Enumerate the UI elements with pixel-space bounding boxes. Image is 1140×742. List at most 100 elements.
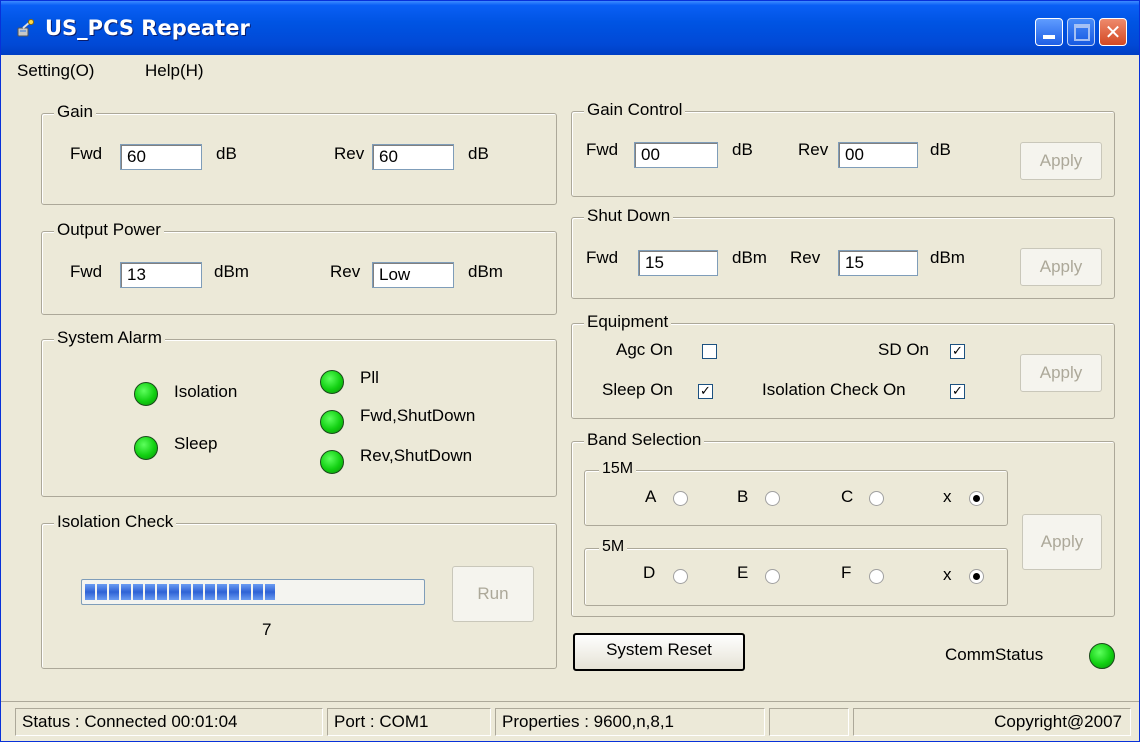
band-15m-legend: 15M	[599, 460, 637, 478]
isolation-check-on-checkbox[interactable]: ✓	[950, 384, 965, 399]
shut-down-rev-label: Rev	[790, 248, 821, 267]
rev-shutdown-alarm-label: Rev,ShutDown	[360, 446, 473, 465]
band-15m-x-radio[interactable]	[969, 491, 984, 506]
isolation-progress-bar	[81, 579, 425, 605]
status-bar: Status : Connected 00:01:04 Port : COM1 …	[1, 701, 1139, 741]
progress-chunk	[97, 584, 107, 600]
gain-rev-unit: dB	[468, 144, 489, 163]
status-empty-cell	[769, 708, 849, 736]
band-5m-legend: 5M	[599, 538, 628, 556]
gain-rev-field[interactable]: 60	[372, 144, 454, 170]
status-properties: Properties : 9600,n,8,1	[495, 708, 765, 736]
band-d-radio[interactable]	[673, 569, 688, 584]
band-selection-apply-button[interactable]: Apply	[1022, 514, 1102, 570]
band-a-label: A	[645, 487, 657, 506]
comm-status-led	[1089, 643, 1115, 669]
band-15m-group: 15M A B C x	[584, 460, 1008, 526]
system-alarm-group: System Alarm Isolation Sleep Pll Fwd,Shu…	[41, 328, 557, 497]
satellite-icon	[17, 19, 34, 37]
sleep-status-led	[134, 436, 158, 460]
progress-chunk	[241, 584, 251, 600]
isolation-progress-value: 7	[262, 620, 272, 639]
system-alarm-legend: System Alarm	[54, 328, 165, 348]
output-power-legend: Output Power	[54, 220, 164, 240]
maximize-button[interactable]	[1067, 18, 1095, 46]
isolation-check-on-label: Isolation Check On	[762, 380, 906, 399]
band-a-radio[interactable]	[673, 491, 688, 506]
status-connection: Status : Connected 00:01:04	[15, 708, 323, 736]
band-5m-x-radio[interactable]	[969, 569, 984, 584]
equipment-group: Equipment Agc On SD On ✓ Sleep On ✓ Isol…	[571, 312, 1115, 419]
gain-fwd-label: Fwd	[70, 144, 103, 163]
rev-shutdown-status-led	[320, 450, 344, 474]
gain-control-apply-button[interactable]: Apply	[1020, 142, 1102, 180]
band-b-radio[interactable]	[765, 491, 780, 506]
progress-chunk	[85, 584, 95, 600]
progress-chunk	[157, 584, 167, 600]
isolation-check-legend: Isolation Check	[54, 512, 177, 532]
band-15m-x-label: x	[943, 487, 952, 506]
band-e-radio[interactable]	[765, 569, 780, 584]
progress-chunk	[181, 584, 191, 600]
gain-fwd-unit: dB	[216, 144, 237, 163]
progress-chunk	[169, 584, 179, 600]
band-c-radio[interactable]	[869, 491, 884, 506]
output-rev-unit: dBm	[468, 262, 503, 281]
gain-control-rev-unit: dB	[930, 140, 951, 159]
sleep-on-checkbox[interactable]: ✓	[698, 384, 713, 399]
pll-status-led	[320, 370, 344, 394]
fwd-shutdown-alarm-label: Fwd,ShutDown	[360, 406, 476, 425]
output-fwd-label: Fwd	[70, 262, 103, 281]
pll-alarm-label: Pll	[360, 368, 379, 387]
progress-chunk	[133, 584, 143, 600]
output-fwd-unit: dBm	[214, 262, 249, 281]
progress-chunk	[145, 584, 155, 600]
band-f-radio[interactable]	[869, 569, 884, 584]
shut-down-fwd-label: Fwd	[586, 248, 619, 267]
minimize-button[interactable]	[1035, 18, 1063, 46]
comm-status-label: CommStatus	[945, 645, 1044, 664]
equipment-legend: Equipment	[584, 312, 672, 332]
gain-fwd-field[interactable]: 60	[120, 144, 202, 170]
sd-on-label: SD On	[878, 340, 930, 359]
progress-chunk	[121, 584, 131, 600]
shut-down-fwd-unit: dBm	[732, 248, 767, 267]
progress-chunk	[205, 584, 215, 600]
equipment-apply-button[interactable]: Apply	[1020, 354, 1102, 392]
system-reset-button[interactable]: System Reset	[573, 633, 745, 671]
output-rev-field[interactable]: Low	[372, 262, 454, 288]
band-5m-group: 5M D E F x	[584, 538, 1008, 606]
shut-down-rev-input[interactable]: 15	[838, 250, 918, 276]
close-button[interactable]: ✕	[1099, 18, 1127, 46]
shut-down-fwd-input[interactable]: 15	[638, 250, 718, 276]
gain-control-rev-input[interactable]: 00	[838, 142, 918, 168]
isolation-alarm-label: Isolation	[174, 382, 238, 401]
close-icon: ✕	[1104, 20, 1122, 44]
gain-group: Gain Fwd 60 dB Rev 60 dB	[41, 102, 557, 205]
maximize-icon	[1074, 24, 1090, 41]
band-5m-x-label: x	[943, 565, 952, 584]
menu-setting[interactable]: Setting(O)	[17, 61, 94, 81]
run-button[interactable]: Run	[452, 566, 534, 622]
gain-control-fwd-label: Fwd	[586, 140, 619, 159]
output-fwd-field[interactable]: 13	[120, 262, 202, 288]
progress-chunk	[265, 584, 275, 600]
title-bar[interactable]: US_PCS Repeater ✕	[1, 1, 1139, 55]
gain-control-fwd-input[interactable]: 00	[634, 142, 718, 168]
band-f-label: F	[841, 563, 852, 582]
progress-chunk	[217, 584, 227, 600]
gain-control-rev-label: Rev	[798, 140, 829, 159]
window-title: US_PCS Repeater	[45, 16, 250, 40]
menu-help[interactable]: Help(H)	[145, 61, 204, 81]
sd-on-checkbox[interactable]: ✓	[950, 344, 965, 359]
shut-down-apply-button[interactable]: Apply	[1020, 248, 1102, 286]
band-d-label: D	[643, 563, 656, 582]
band-c-label: C	[841, 487, 854, 506]
sleep-on-label: Sleep On	[602, 380, 673, 399]
band-b-label: B	[737, 487, 749, 506]
agc-on-checkbox[interactable]	[702, 344, 717, 359]
band-e-label: E	[737, 563, 749, 582]
status-copyright: Copyright@2007	[853, 708, 1131, 736]
gain-control-group: Gain Control Fwd 00 dB Rev 00 dB Apply	[571, 100, 1115, 197]
shut-down-group: Shut Down Fwd 15 dBm Rev 15 dBm Apply	[571, 206, 1115, 299]
